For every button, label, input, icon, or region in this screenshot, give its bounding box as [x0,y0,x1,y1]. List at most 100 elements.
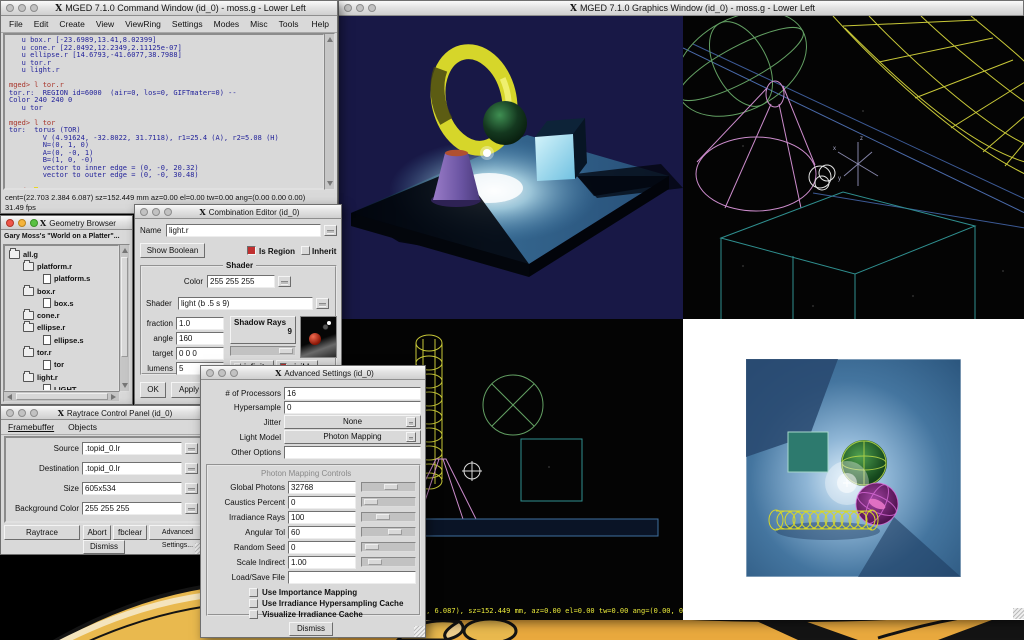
color-dropdown-icon[interactable] [278,276,291,287]
zoom-button[interactable] [368,4,376,12]
quadrant-framebuffer-view[interactable] [683,319,1024,620]
random-seed-input[interactable]: 0 [288,541,356,554]
tree-horizontal-scrollbar[interactable] [3,391,120,402]
irradiance-rays-input[interactable]: 100 [288,511,356,524]
terminal-area[interactable]: u box.r [-23.6989,13.41,8.02399] u cone.… [3,33,325,190]
global-photons-input[interactable]: 32768 [288,481,356,494]
name-input[interactable]: light.r [166,224,321,237]
raytrace-panel-titlebar[interactable]: XRaytrace Control Panel (id_0) [1,406,206,420]
combination-editor-titlebar[interactable]: XCombination Editor (id_0) [135,205,341,219]
shader-input[interactable]: light (b .5 s 9) [178,297,313,310]
size-dropdown-icon[interactable] [185,483,198,494]
menu-misc[interactable]: Misc [250,19,267,29]
visualize-irradiance-cache-checkbox[interactable] [249,610,258,619]
hypersample-input[interactable]: 0 [284,401,421,414]
destination-dropdown-icon[interactable] [185,463,198,474]
zoom-button[interactable] [30,4,38,12]
tree-vertical-scrollbar[interactable] [119,244,130,392]
use-irradiance-hypersampling-cache-checkbox[interactable] [249,599,258,608]
tree-item[interactable]: tor [7,359,118,371]
fbclear-button[interactable]: fbclear [113,525,147,540]
scrollbar-thumb[interactable] [121,257,128,357]
menu-tools[interactable]: Tools [279,19,299,29]
resize-grip[interactable] [414,626,425,637]
zoom-button[interactable] [230,369,238,377]
slider-thumb[interactable] [368,559,382,565]
caustics-percent-input[interactable]: 0 [288,496,356,509]
scroll-down-arrow[interactable] [327,181,333,186]
close-button[interactable] [6,219,14,227]
dismiss-button[interactable]: Dismiss [83,540,125,554]
scroll-up-arrow[interactable] [122,248,128,253]
dismiss-button[interactable]: Dismiss [289,622,333,636]
close-button[interactable] [6,4,14,12]
show-boolean-button[interactable]: Show Boolean [140,243,205,258]
minimize-button[interactable] [152,208,160,216]
minimize-button[interactable] [18,4,26,12]
slider-thumb[interactable] [364,499,378,505]
scroll-right-arrow[interactable] [111,394,116,400]
caustics-percent-slider[interactable] [361,497,416,507]
tree-item[interactable]: box.s [7,297,118,309]
menu-edit[interactable]: Edit [34,19,49,29]
scroll-left-arrow[interactable] [7,394,12,400]
slider-thumb[interactable] [279,348,293,354]
random-seed-slider[interactable] [361,542,416,552]
scale-indirect-input[interactable]: 1.00 [288,556,356,569]
geometry-browser-titlebar[interactable]: XGeometry Browser [1,216,132,230]
light-model-dropdown[interactable]: Photon Mapping [284,430,421,444]
angle-input[interactable]: 160 [176,332,224,345]
close-button[interactable] [344,4,352,12]
menu-settings[interactable]: Settings [172,19,203,29]
geometry-tree[interactable]: all.g platform.r platform.s box.r box.s … [3,244,120,392]
is-region-checkbox[interactable] [247,246,256,255]
tree-item[interactable]: box.r [7,285,118,297]
close-button[interactable] [6,409,14,417]
color-input[interactable]: 255 255 255 [207,275,275,288]
tree-item[interactable]: ellipse.r [7,322,118,334]
quadrant-wireframe-perspective[interactable]: x y z [683,16,1024,319]
resize-grip[interactable] [1013,608,1024,619]
tree-item[interactable]: cone.r [7,309,118,321]
zoom-button[interactable] [30,409,38,417]
abort-button[interactable]: Abort [83,525,111,540]
tree-item[interactable]: light.r [7,371,118,383]
inherit-checkbox[interactable] [301,246,310,255]
scroll-down-arrow[interactable] [122,383,128,388]
load-save-file-input[interactable] [288,571,416,584]
target-input[interactable]: 0 0 0 [176,347,224,360]
slider-thumb[interactable] [376,514,390,520]
close-button[interactable] [140,208,148,216]
source-dropdown-icon[interactable] [185,443,198,454]
global-photons-slider[interactable] [361,482,416,492]
minimize-button[interactable] [18,409,26,417]
zoom-button[interactable] [30,219,38,227]
scroll-up-arrow[interactable] [327,37,333,42]
scale-indirect-slider[interactable] [361,557,416,567]
jitter-dropdown[interactable]: None [284,415,421,429]
menu-file[interactable]: File [9,19,23,29]
background-color-input[interactable]: 255 255 255 [82,502,182,515]
destination-input[interactable]: .topid_0.lr [82,462,182,475]
size-input[interactable]: 605x534 [82,482,182,495]
processors-input[interactable]: 16 [284,387,421,400]
vertical-scrollbar[interactable] [324,33,335,190]
advanced-settings-titlebar[interactable]: XAdvanced Settings (id_0) [201,366,425,380]
tree-item[interactable]: tor.r [7,346,118,358]
command-window-titlebar[interactable]: XMGED 7.1.0 Command Window (id_0) - moss… [1,1,337,16]
minimize-button[interactable] [18,219,26,227]
graphics-window-titlebar[interactable]: XMGED 7.1.0 Graphics Window (id_0) - mos… [339,1,1023,16]
menu-modes[interactable]: Modes [214,19,240,29]
raytrace-button[interactable]: Raytrace [4,525,80,540]
menu-view[interactable]: View [96,19,114,29]
tree-item[interactable]: platform.r [7,260,118,272]
shadow-rays-slider[interactable] [230,346,296,356]
scrollbar-thumb[interactable] [16,393,108,400]
minimize-button[interactable] [218,369,226,377]
menu-framebuffer[interactable]: Framebuffer [8,422,54,432]
source-input[interactable]: .topid_0.lr [82,442,182,455]
tree-item[interactable]: ellipse.s [7,334,118,346]
slider-thumb[interactable] [384,484,398,490]
quadrant-raytraced-view[interactable] [339,16,683,319]
use-importance-mapping-checkbox[interactable] [249,588,258,597]
